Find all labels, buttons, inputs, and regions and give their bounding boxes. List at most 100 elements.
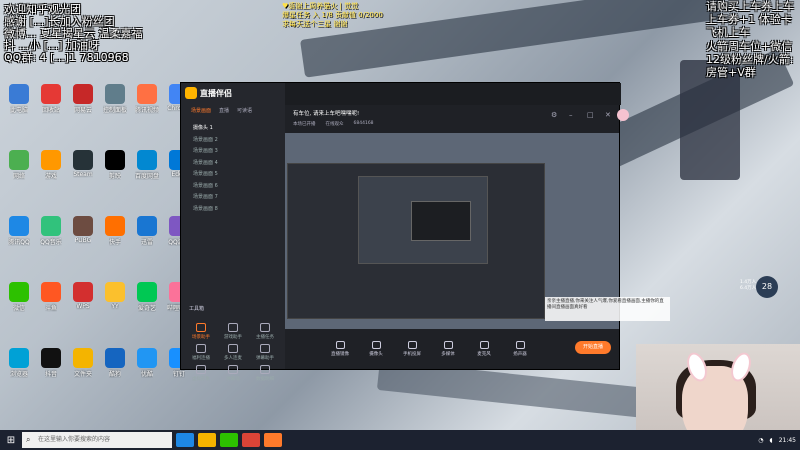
tool-icon [228, 344, 238, 353]
app-icon [41, 282, 61, 302]
start-live-button[interactable]: 开始直播 [575, 341, 611, 354]
scene-item[interactable]: 场景画面 6 [181, 181, 285, 193]
tool-button[interactable]: 虚拟形象 [185, 365, 217, 382]
taskbar-app-edge[interactable] [176, 433, 194, 447]
source-label: 麦克风 [477, 352, 491, 357]
source-button[interactable]: 手机投屏 [397, 341, 427, 357]
tool-icon [196, 365, 206, 374]
overlay-right-line: 上车券+1 体验卡 [706, 13, 792, 27]
source-button[interactable]: 多媒体 [433, 341, 463, 357]
desktop-icon-label: 钉钉 [172, 371, 185, 378]
tab-live[interactable]: 直播 [219, 107, 229, 121]
taskbar-clock[interactable]: 21:45 [779, 437, 796, 444]
minimize-icon[interactable]: – [569, 111, 577, 119]
app-icon [9, 150, 29, 170]
stat-line: 6.4万人 [740, 286, 757, 291]
scene-item[interactable]: 场景画面 8 [181, 204, 285, 216]
desktop-icon[interactable]: PUBG [68, 216, 98, 250]
desktop-icon[interactable]: 此电脑 [4, 84, 34, 118]
desktop-icon[interactable]: QQ音乐 [36, 216, 66, 250]
taskbar-search[interactable]: ⌕ 在这里输入你要搜索的内容 [22, 432, 172, 448]
taskbar-app-folder[interactable] [198, 433, 216, 447]
app-sidebar: 直播伴侣 场景画面 直播 可读语 摄像头 1 场景画面 2 场景画面 3 场景画… [181, 83, 285, 446]
tool-button[interactable]: 游戏助手 [217, 323, 249, 340]
scene-item[interactable]: 场景画面 5 [181, 169, 285, 181]
desktop-icon[interactable]: 腾讯QQ [4, 216, 34, 250]
source-button[interactable]: 直播镜像 [325, 341, 355, 357]
toolbox-grid: 场景助手 游戏助手 主播任务福利连播 多人连麦 弹幕助手虚拟形象 弹幕墙 数据明细 [185, 323, 281, 382]
tool-icon [228, 365, 238, 374]
taskbar-app-chrome[interactable] [242, 433, 260, 447]
desktop-icon[interactable]: 百度网盘 [132, 150, 162, 184]
desktop-icon[interactable]: 腾讯视频 [132, 84, 162, 118]
source-button[interactable]: 摄像头 [361, 341, 391, 357]
scene-item[interactable]: 场景画面 7 [181, 192, 285, 204]
desktop-icon-label: 快手 [108, 239, 121, 246]
desktop-icon[interactable]: 网易云 [68, 84, 98, 118]
source-button[interactable]: 扬声器 [505, 341, 535, 357]
tool-button[interactable]: 弹幕助手 [249, 344, 281, 361]
desktop-icon[interactable]: 回收站 [36, 84, 66, 118]
network-icon[interactable]: ◔ [758, 437, 763, 444]
app-icon [9, 348, 29, 368]
desktop-icon[interactable]: 爱奇艺 [132, 282, 162, 316]
tab-scene[interactable]: 场景画面 [191, 107, 211, 121]
source-icon [371, 341, 381, 349]
desktop-icon[interactable]: 游戏 [36, 150, 66, 184]
search-icon: ⌕ [26, 435, 31, 444]
desktop-icon[interactable]: 剪映 [100, 150, 130, 184]
overlay-left-line: 欢迎知乎观光团 [4, 3, 81, 16]
avatar[interactable] [617, 109, 629, 121]
windows-start-icon[interactable]: ⊞ [0, 430, 22, 450]
tool-label: 主播任务 [256, 335, 274, 340]
desktop-icon-label: 爱奇艺 [137, 305, 156, 312]
taskbar-app-streamer[interactable] [264, 433, 282, 447]
desktop-icon-label: 此电脑 [9, 107, 28, 114]
desktop-icon[interactable]: 迅雷 [132, 216, 162, 250]
chat-message: 亲亲主播直播,你来关注人气爆,你爱看直播画面,主播你的直播间直播画面真好看 [545, 297, 670, 321]
tool-button[interactable]: 弹幕墙 [217, 365, 249, 382]
desktop-icon[interactable]: 控制面板 [100, 84, 130, 118]
desktop-icon-label: 斗鱼 [44, 305, 57, 312]
taskbar-app-wechat[interactable] [220, 433, 238, 447]
scene-item[interactable]: 场景画面 4 [181, 158, 285, 170]
overlay-right-line: 房管+V群 [706, 66, 756, 80]
streaming-app-window: 直播伴侣 场景画面 直播 可读语 摄像头 1 场景画面 2 场景画面 3 场景画… [180, 82, 629, 446]
tool-button[interactable]: 主播任务 [249, 323, 281, 340]
scene-item[interactable]: 场景画面 3 [181, 146, 285, 158]
desktop-icon[interactable]: 文件夹 [68, 348, 98, 382]
app-icon [137, 84, 157, 104]
desktop-icon[interactable]: 快手 [100, 216, 130, 250]
desktop-icon-label: 控制面板 [102, 107, 127, 114]
desktop-icon[interactable]: 酷狗 [100, 348, 130, 382]
source-icon [479, 341, 489, 349]
tool-button[interactable]: 福利连播 [185, 344, 217, 361]
volume-icon[interactable]: ◖ [770, 437, 773, 444]
tool-icon [228, 323, 238, 332]
source-icon [443, 341, 453, 349]
tool-label: 弹幕助手 [256, 356, 274, 361]
desktop-icon-label: 百度网盘 [134, 173, 159, 180]
scene-item[interactable]: 场景画面 2 [181, 135, 285, 147]
tool-button[interactable]: 数据明细 [249, 365, 281, 382]
desktop-icon[interactable]: Steam [68, 150, 98, 184]
desktop-icon[interactable]: WPS [68, 282, 98, 316]
desktop-icon[interactable]: 优酷 [132, 348, 162, 382]
desktop-icon[interactable]: 抖音 [36, 348, 66, 382]
close-icon[interactable]: ✕ [605, 111, 613, 119]
desktop-icon[interactable]: YY [100, 282, 130, 316]
settings-icon[interactable]: ⚙ [551, 111, 559, 119]
tool-button[interactable]: 场景助手 [185, 323, 217, 340]
tab-readable[interactable]: 可读语 [237, 107, 252, 121]
desktop-icon[interactable]: 微信 [4, 282, 34, 316]
app-icon [73, 348, 93, 368]
desktop-icon[interactable]: 浏览器 [4, 348, 34, 382]
desktop-icon[interactable]: 网络 [4, 150, 34, 184]
source-button[interactable]: 麦克风 [469, 341, 499, 357]
tool-button[interactable]: 多人连麦 [217, 344, 249, 361]
maximize-icon[interactable]: □ [587, 111, 595, 119]
overlay-right-line: 请购买上车券上车 [706, 0, 794, 13]
scene-item[interactable]: 摄像头 1 [181, 123, 285, 135]
desktop-icon[interactable]: 斗鱼 [36, 282, 66, 316]
desktop-icon-label: YY [111, 303, 119, 310]
